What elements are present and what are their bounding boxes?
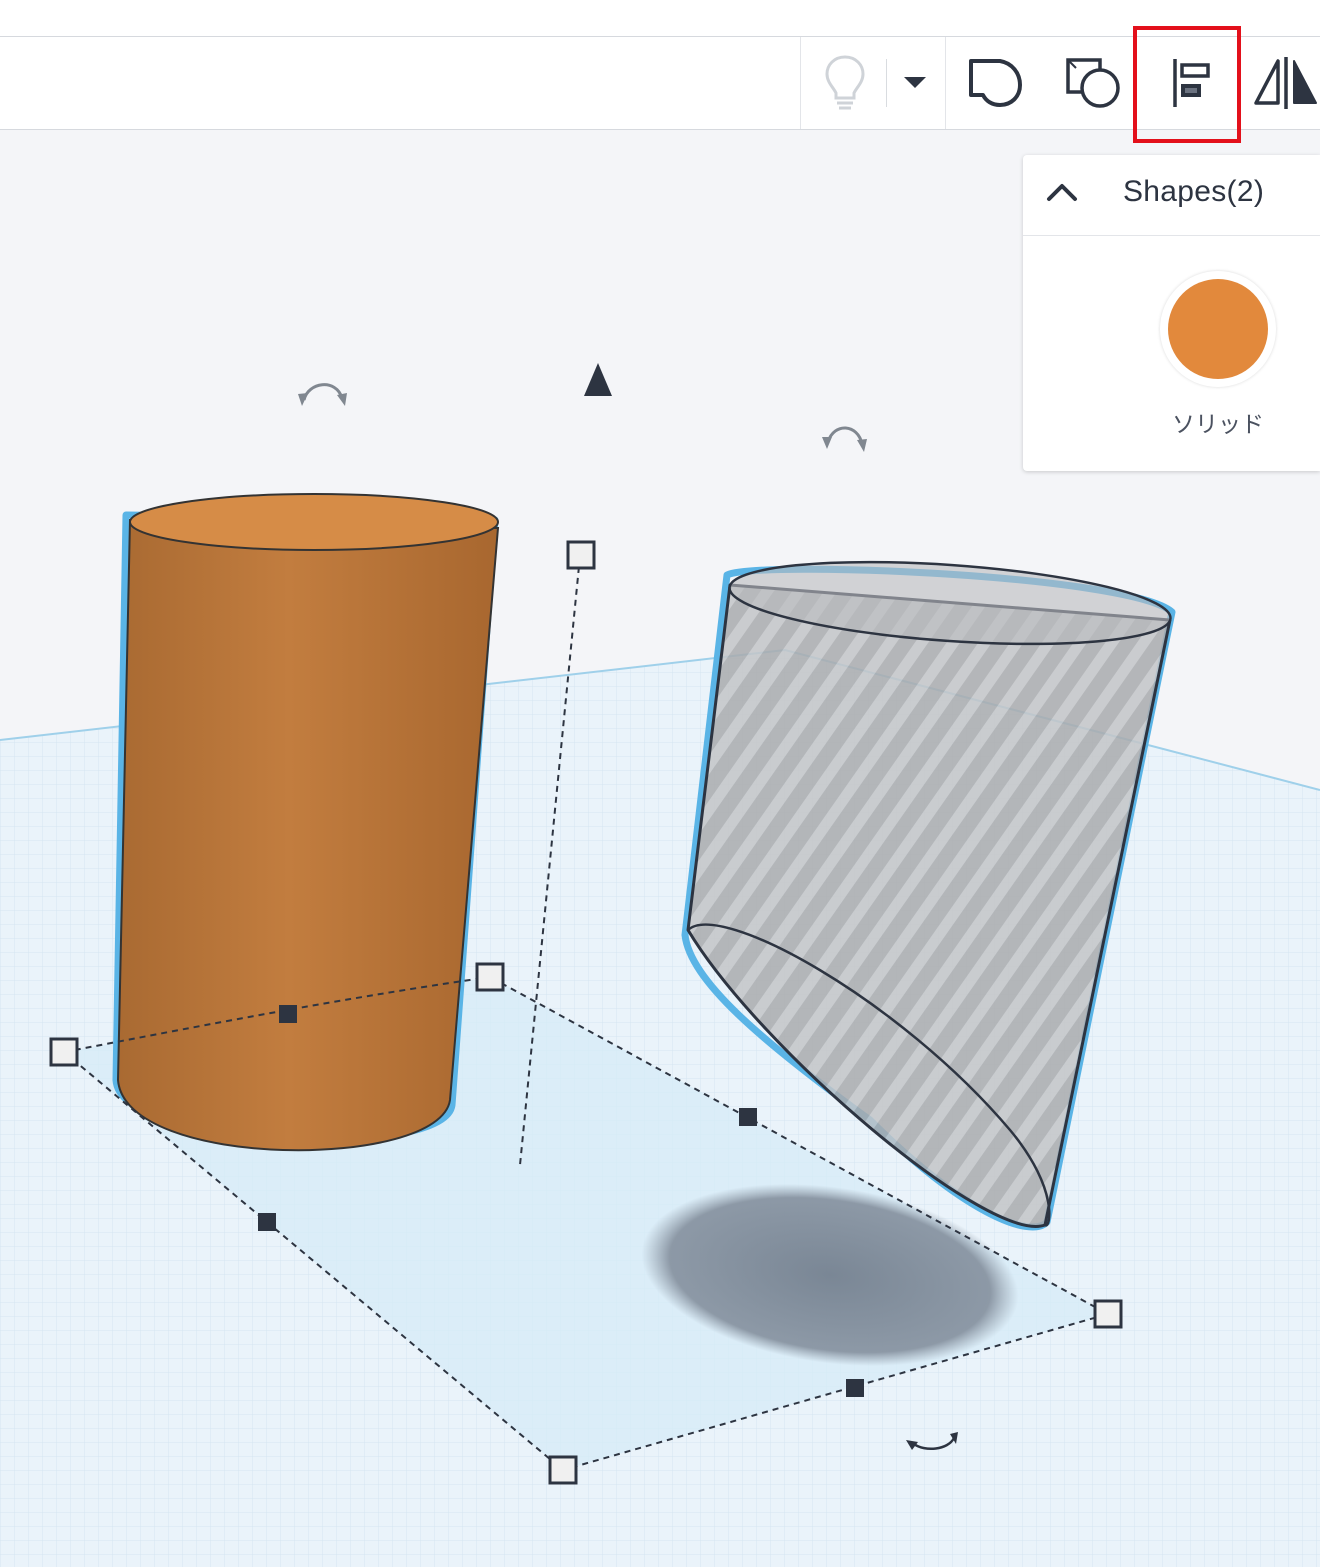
height-handle[interactable] xyxy=(566,540,596,570)
solid-shape-icon xyxy=(969,59,1022,107)
corner-handle[interactable] xyxy=(475,962,505,992)
mid-handle[interactable] xyxy=(258,1213,276,1231)
rotate-icon[interactable] xyxy=(822,426,867,452)
shapes-panel-header[interactable]: Shapes(2) xyxy=(1023,155,1320,236)
caret-down-icon xyxy=(904,77,926,88)
note-lightbulb-button[interactable] xyxy=(810,37,880,129)
mirror-icon xyxy=(1254,57,1317,109)
corner-handle[interactable] xyxy=(548,1455,578,1485)
align-icon xyxy=(1173,59,1210,107)
solid-color-button[interactable] xyxy=(1160,271,1276,387)
shapes-panel: Shapes(2) ソリッド xyxy=(1023,155,1320,471)
shapes-panel-title: Shapes(2) xyxy=(1123,175,1265,208)
hole-shape-icon xyxy=(1066,58,1120,108)
color-swatch xyxy=(1168,279,1268,379)
corner-handle[interactable] xyxy=(1093,1299,1123,1329)
note-dropdown-button[interactable] xyxy=(895,37,935,129)
window-top-strip xyxy=(0,0,1320,37)
rotate-icon[interactable] xyxy=(298,383,347,406)
mirror-button[interactable] xyxy=(1250,37,1320,129)
chevron-up-icon[interactable] xyxy=(1045,179,1079,203)
mid-handle[interactable] xyxy=(279,1005,297,1023)
toolbar xyxy=(0,37,1320,130)
corner-handle[interactable] xyxy=(49,1037,79,1067)
solid-color-label: ソリッド xyxy=(1172,412,1264,438)
orange-cylinder[interactable] xyxy=(112,493,500,1152)
mid-handle[interactable] xyxy=(739,1108,757,1126)
lightbulb-icon xyxy=(825,55,865,110)
mid-handle[interactable] xyxy=(846,1379,864,1397)
align-button[interactable] xyxy=(1150,37,1230,129)
solid-button[interactable] xyxy=(958,37,1034,129)
lift-arrow-icon[interactable] xyxy=(584,363,612,396)
hole-button[interactable] xyxy=(1054,37,1134,129)
toolbar-separator xyxy=(945,37,946,129)
toolbar-separator xyxy=(800,37,801,129)
bulb-separator xyxy=(886,59,887,107)
